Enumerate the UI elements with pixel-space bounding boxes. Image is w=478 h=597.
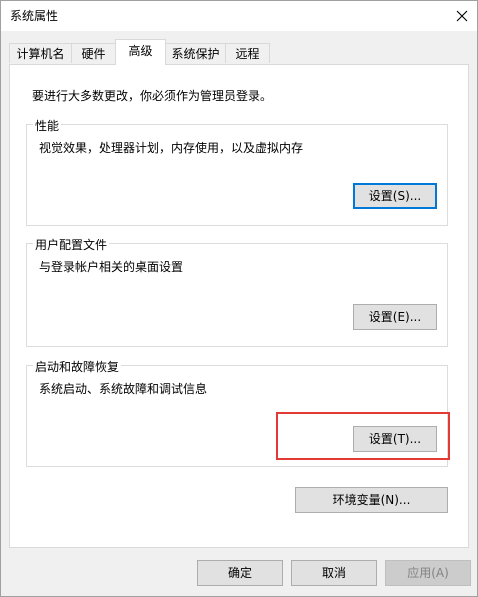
user-profiles-group: 用户配置文件 与登录帐户相关的桌面设置 设置(E)... bbox=[26, 236, 448, 347]
close-icon bbox=[456, 10, 468, 22]
performance-description: 视觉效果，处理器计划，内存使用，以及虚拟内存 bbox=[39, 141, 304, 155]
apply-button[interactable]: 应用(A) bbox=[385, 560, 471, 586]
performance-group: 性能 视觉效果，处理器计划，内存使用，以及虚拟内存 设置(S)... bbox=[26, 117, 448, 226]
tab-advanced[interactable]: 高级 bbox=[115, 39, 166, 65]
user-profiles-group-title: 用户配置文件 bbox=[33, 236, 110, 253]
user-profiles-description: 与登录帐户相关的桌面设置 bbox=[39, 260, 184, 274]
title-bar: 系统属性 bbox=[1, 1, 477, 31]
ok-button[interactable]: 确定 bbox=[197, 560, 283, 586]
tab-computer-name[interactable]: 计算机名 bbox=[9, 43, 72, 63]
tab-hardware[interactable]: 硬件 bbox=[71, 43, 116, 63]
system-properties-window: 系统属性 计算机名 硬件 高级 系统保护 远程 要进行大多数更改，你必须作为管理… bbox=[0, 0, 478, 597]
user-profiles-settings-button[interactable]: 设置(E)... bbox=[353, 304, 437, 330]
cancel-button[interactable]: 取消 bbox=[291, 560, 377, 586]
highlight-annotation bbox=[276, 412, 450, 460]
close-button[interactable] bbox=[447, 1, 477, 31]
tab-remote[interactable]: 远程 bbox=[225, 43, 270, 63]
tab-system-protection[interactable]: 系统保护 bbox=[165, 43, 226, 63]
admin-notice: 要进行大多数更改，你必须作为管理员登录。 bbox=[32, 89, 273, 103]
startup-recovery-description: 系统启动、系统故障和调试信息 bbox=[39, 382, 208, 396]
performance-group-title: 性能 bbox=[33, 117, 62, 134]
performance-settings-button[interactable]: 设置(S)... bbox=[353, 183, 437, 209]
window-title: 系统属性 bbox=[10, 9, 59, 23]
advanced-tab-panel: 要进行大多数更改，你必须作为管理员登录。 性能 视觉效果，处理器计划，内存使用，… bbox=[9, 64, 469, 548]
startup-recovery-group-title: 启动和故障恢复 bbox=[33, 358, 122, 375]
environment-variables-button[interactable]: 环境变量(N)... bbox=[295, 487, 448, 513]
